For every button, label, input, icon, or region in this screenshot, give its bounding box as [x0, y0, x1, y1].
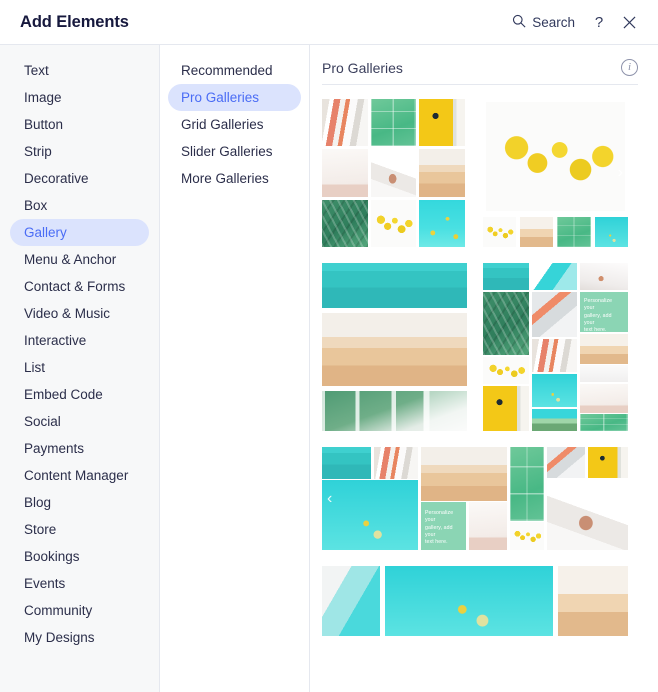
- sidebar-item-label: Events: [24, 576, 66, 591]
- sidebar-item-store[interactable]: Store: [10, 516, 149, 543]
- gallery-thumbnail: [322, 263, 467, 431]
- gallery-item-wide-collage[interactable]: ‹ Personalize your gallery, add your tex…: [322, 447, 628, 550]
- sidebar-item-decorative[interactable]: Decorative: [10, 165, 149, 192]
- gallery-content-panel: Pro Galleries i › Personalize your galle…: [310, 45, 658, 692]
- sidebar-item-label: Image: [24, 90, 62, 105]
- sidebar-item-bookings[interactable]: Bookings: [10, 543, 149, 570]
- search-button[interactable]: Search: [503, 8, 584, 37]
- subcategory-item-more-galleries[interactable]: More Galleries: [168, 165, 301, 192]
- gallery-thumbnail: [322, 566, 628, 636]
- sidebar-item-social[interactable]: Social: [10, 408, 149, 435]
- subcategory-item-label: Pro Galleries: [181, 90, 260, 105]
- gallery-item-grid-3x3[interactable]: [322, 99, 467, 247]
- sidebar-item-label: My Designs: [24, 630, 95, 645]
- gallery-item-slider-thumbs[interactable]: ›: [483, 99, 628, 247]
- category-sidebar[interactable]: Text Image Button Strip Decorative Box Gallery…: [0, 45, 160, 692]
- subcategory-item-grid-galleries[interactable]: Grid Galleries: [168, 111, 301, 138]
- sidebar-item-label: Text: [24, 63, 49, 78]
- content-header: Pro Galleries i: [310, 45, 658, 76]
- sidebar-item-image[interactable]: Image: [10, 84, 149, 111]
- sidebar-item-label: Video & Music: [24, 306, 111, 321]
- page-title: Add Elements: [20, 12, 129, 31]
- slider-next-arrow[interactable]: ›: [618, 165, 623, 181]
- subcategory-item-recommended[interactable]: Recommended: [168, 57, 301, 84]
- slider-prev-arrow[interactable]: ‹: [327, 490, 332, 507]
- sidebar-item-label: Contact & Forms: [24, 279, 126, 294]
- sidebar-item-blog[interactable]: Blog: [10, 489, 149, 516]
- help-icon[interactable]: ?: [584, 7, 614, 37]
- sidebar-item-label: Decorative: [24, 171, 89, 186]
- sidebar-item-label: Interactive: [24, 333, 87, 348]
- sidebar-item-box[interactable]: Box: [10, 192, 149, 219]
- sidebar-item-content-manager[interactable]: Content Manager: [10, 462, 149, 489]
- search-button-label: Search: [532, 14, 575, 30]
- sidebar-item-gallery[interactable]: Gallery: [10, 219, 149, 246]
- gallery-thumbnail: [322, 99, 467, 247]
- sidebar-item-label: Embed Code: [24, 387, 103, 402]
- sidebar-item-interactive[interactable]: Interactive: [10, 327, 149, 354]
- sidebar-item-embed-code[interactable]: Embed Code: [10, 381, 149, 408]
- info-icon[interactable]: i: [621, 59, 638, 76]
- subcategory-list[interactable]: Recommended Pro Galleries Grid Galleries Sl…: [160, 45, 310, 692]
- gallery-item-stacked-rows[interactable]: [322, 263, 467, 431]
- gallery-item-masonry[interactable]: Personalize your gallery, add your text …: [483, 263, 628, 431]
- sidebar-item-contact-forms[interactable]: Contact & Forms: [10, 273, 149, 300]
- subcategory-item-label: Grid Galleries: [181, 117, 264, 132]
- sidebar-item-my-designs[interactable]: My Designs: [10, 624, 149, 651]
- gallery-grid: › Personalize your gallery, add your tex…: [310, 85, 658, 636]
- sidebar-item-label: List: [24, 360, 46, 375]
- close-icon[interactable]: [614, 7, 644, 37]
- dialog-body: Text Image Button Strip Decorative Box Gallery…: [0, 45, 658, 692]
- sidebar-item-community[interactable]: Community: [10, 597, 149, 624]
- sidebar-item-label: Store: [24, 522, 57, 537]
- placeholder-text: Personalize your gallery, add your text …: [424, 509, 454, 546]
- subcategory-item-label: More Galleries: [181, 171, 269, 186]
- sidebar-item-label: Content Manager: [24, 468, 129, 483]
- sidebar-item-label: Box: [24, 198, 48, 213]
- gallery-thumbnail: ‹ Personalize your gallery, add your tex…: [322, 447, 628, 550]
- sidebar-item-label: Payments: [24, 441, 85, 456]
- content-title: Pro Galleries: [322, 59, 403, 76]
- sidebar-item-strip[interactable]: Strip: [10, 138, 149, 165]
- sidebar-item-label: Community: [24, 603, 93, 618]
- sidebar-item-button[interactable]: Button: [10, 111, 149, 138]
- search-icon: [512, 14, 526, 31]
- sidebar-item-video-music[interactable]: Video & Music: [10, 300, 149, 327]
- subcategory-item-pro-galleries[interactable]: Pro Galleries: [168, 84, 301, 111]
- gallery-thumbnail: Personalize your gallery, add your text …: [483, 263, 628, 431]
- sidebar-item-label: Menu & Anchor: [24, 252, 117, 267]
- sidebar-item-label: Blog: [24, 495, 52, 510]
- sidebar-item-payments[interactable]: Payments: [10, 435, 149, 462]
- subcategory-item-slider-galleries[interactable]: Slider Galleries: [168, 138, 301, 165]
- sidebar-item-label: Social: [24, 414, 61, 429]
- gallery-item-wide-strip[interactable]: [322, 566, 628, 636]
- header-actions: Search ?: [503, 7, 644, 37]
- sidebar-item-label: Button: [24, 117, 64, 132]
- placeholder-text: Personalize your gallery, add your text …: [583, 297, 613, 334]
- sidebar-item-list[interactable]: List: [10, 354, 149, 381]
- sidebar-item-text[interactable]: Text: [10, 57, 149, 84]
- gallery-thumbnail: ›: [483, 99, 628, 247]
- dialog-header: Add Elements Search ?: [0, 0, 658, 45]
- sidebar-item-label: Gallery: [24, 225, 67, 240]
- sidebar-item-label: Strip: [24, 144, 52, 159]
- sidebar-item-events[interactable]: Events: [10, 570, 149, 597]
- sidebar-item-label: Bookings: [24, 549, 80, 564]
- subcategory-item-label: Recommended: [181, 63, 273, 78]
- sidebar-item-menu-anchor[interactable]: Menu & Anchor: [10, 246, 149, 273]
- subcategory-item-label: Slider Galleries: [181, 144, 273, 159]
